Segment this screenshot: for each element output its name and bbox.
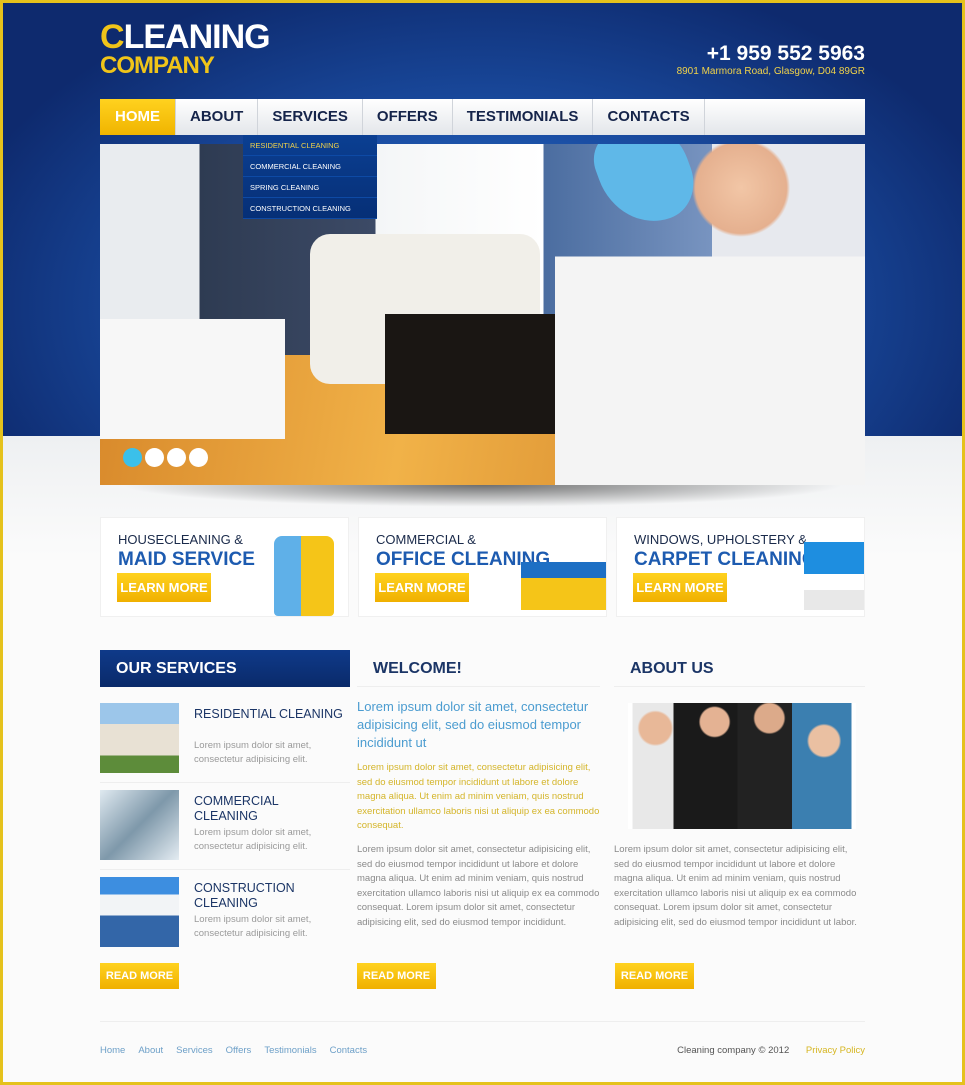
- nav-about[interactable]: ABOUT: [176, 99, 259, 135]
- footer-right: Cleaning company © 2012 Privacy Policy: [677, 1045, 865, 1056]
- welcome-body: Lorem ipsum dolor sit amet, consectetur …: [357, 843, 600, 928]
- privacy-policy-link[interactable]: Privacy Policy: [806, 1045, 865, 1056]
- promo-line1: COMMERCIAL &: [376, 532, 476, 547]
- footer-link-home[interactable]: Home: [100, 1045, 125, 1056]
- logo-line2: COMPANY: [100, 52, 215, 79]
- read-more-button[interactable]: READ MORE: [615, 963, 694, 989]
- learn-more-button[interactable]: LEARN MORE: [375, 573, 469, 602]
- copyright: Cleaning company © 2012: [677, 1045, 790, 1056]
- slider-shadow: [120, 485, 845, 507]
- service-name[interactable]: CONSTRUCTION CLEANING: [194, 881, 344, 911]
- logo-line1: LEANING: [123, 18, 271, 56]
- nav-contacts[interactable]: CONTACTS: [593, 99, 705, 135]
- service-desc: Lorem ipsum dolor sit amet, consectetur …: [194, 827, 312, 852]
- logo-initial: C: [100, 18, 125, 56]
- promo-line2: CARPET CLEANING: [634, 549, 817, 570]
- service-item[interactable]: RESIDENTIAL CLEANING Lorem ipsum dolor s…: [100, 703, 350, 783]
- slider-dot[interactable]: [145, 448, 164, 467]
- promo-maid-service: HOUSECLEANING & MAID SERVICE LEARN MORE: [100, 517, 349, 617]
- slide-cleaning-woman: [555, 144, 865, 485]
- mop-bucket-image: [804, 530, 864, 610]
- service-item[interactable]: COMMERCIAL CLEANING Lorem ipsum dolor si…: [100, 790, 350, 870]
- logo[interactable]: CLEANING COMPANY: [100, 18, 271, 79]
- team-photo: [628, 703, 856, 829]
- our-services-column: OUR SERVICES: [100, 650, 350, 687]
- promo-carpet-cleaning: WINDOWS, UPHOLSTERY & CARPET CLEANING LE…: [616, 517, 865, 617]
- service-name[interactable]: COMMERCIAL CLEANING: [194, 794, 344, 824]
- learn-more-button[interactable]: LEARN MORE: [633, 573, 727, 602]
- hero-slider[interactable]: [100, 144, 865, 485]
- welcome-column: WELCOME! Lorem ipsum dolor sit amet, con…: [357, 650, 600, 931]
- slider-pagination: [123, 448, 208, 467]
- footer-nav: Home About Services Offers Testimonials …: [100, 1045, 367, 1056]
- slider-dot[interactable]: [189, 448, 208, 467]
- section-title: OUR SERVICES: [100, 650, 350, 687]
- services-dropdown: RESIDENTIAL CLEANING COMMERCIAL CLEANING…: [243, 135, 377, 219]
- section-title: ABOUT US: [614, 650, 865, 687]
- service-item[interactable]: CONSTRUCTION CLEANING Lorem ipsum dolor …: [100, 877, 350, 957]
- footer-link-about[interactable]: About: [138, 1045, 163, 1056]
- nav-home[interactable]: HOME: [100, 99, 176, 135]
- footer-link-testimonials[interactable]: Testimonials: [264, 1045, 316, 1056]
- dropdown-item[interactable]: RESIDENTIAL CLEANING: [243, 135, 377, 156]
- promo-office-cleaning: COMMERCIAL & OFFICE CLEANING LEARN MORE: [358, 517, 607, 617]
- brush-gloves-image: [521, 530, 606, 610]
- slider-dot[interactable]: [123, 448, 142, 467]
- nav-testimonials[interactable]: TESTIMONIALS: [453, 99, 594, 135]
- dropdown-item[interactable]: CONSTRUCTION CLEANING: [243, 198, 377, 219]
- learn-more-button[interactable]: LEARN MORE: [117, 573, 211, 602]
- address: 8901 Marmora Road, Glasgow, D04 89GR: [676, 66, 865, 77]
- nav-services[interactable]: SERVICES: [258, 99, 363, 135]
- about-body: Lorem ipsum dolor sit amet, consectetur …: [614, 844, 857, 928]
- footer-divider: [100, 1021, 865, 1022]
- nav-offers[interactable]: OFFERS: [363, 99, 453, 135]
- promo-line2: MAID SERVICE: [118, 549, 255, 570]
- section-title: WELCOME!: [357, 650, 600, 687]
- cleaning-supplies-image: [274, 536, 334, 616]
- welcome-lead: Lorem ipsum dolor sit amet, consectetur …: [357, 699, 589, 750]
- dropdown-item[interactable]: COMMERCIAL CLEANING: [243, 156, 377, 177]
- slide-bed: [100, 319, 285, 439]
- slider-dot[interactable]: [167, 448, 186, 467]
- phone-number: +1 959 552 5963: [706, 42, 865, 65]
- welcome-highlight: Lorem ipsum dolor sit amet, consectetur …: [357, 762, 600, 832]
- escalator-image: [100, 790, 179, 860]
- service-desc: Lorem ipsum dolor sit amet, consectetur …: [194, 740, 312, 765]
- house-image: [100, 703, 179, 773]
- footer-link-offers[interactable]: Offers: [226, 1045, 252, 1056]
- service-name[interactable]: RESIDENTIAL CLEANING: [194, 707, 344, 722]
- about-column: ABOUT US Lorem ipsum dolor sit amet, con…: [614, 650, 865, 931]
- read-more-button[interactable]: READ MORE: [100, 963, 179, 989]
- dropdown-item[interactable]: SPRING CLEANING: [243, 177, 377, 198]
- read-more-button[interactable]: READ MORE: [357, 963, 436, 989]
- building-image: [100, 877, 179, 947]
- promo-line1: HOUSECLEANING &: [118, 532, 243, 547]
- footer-link-contacts[interactable]: Contacts: [330, 1045, 368, 1056]
- promo-line1: WINDOWS, UPHOLSTERY &: [634, 532, 807, 547]
- service-desc: Lorem ipsum dolor sit amet, consectetur …: [194, 914, 312, 939]
- main-nav: HOME ABOUT SERVICES OFFERS TESTIMONIALS …: [100, 99, 865, 135]
- footer-link-services[interactable]: Services: [176, 1045, 212, 1056]
